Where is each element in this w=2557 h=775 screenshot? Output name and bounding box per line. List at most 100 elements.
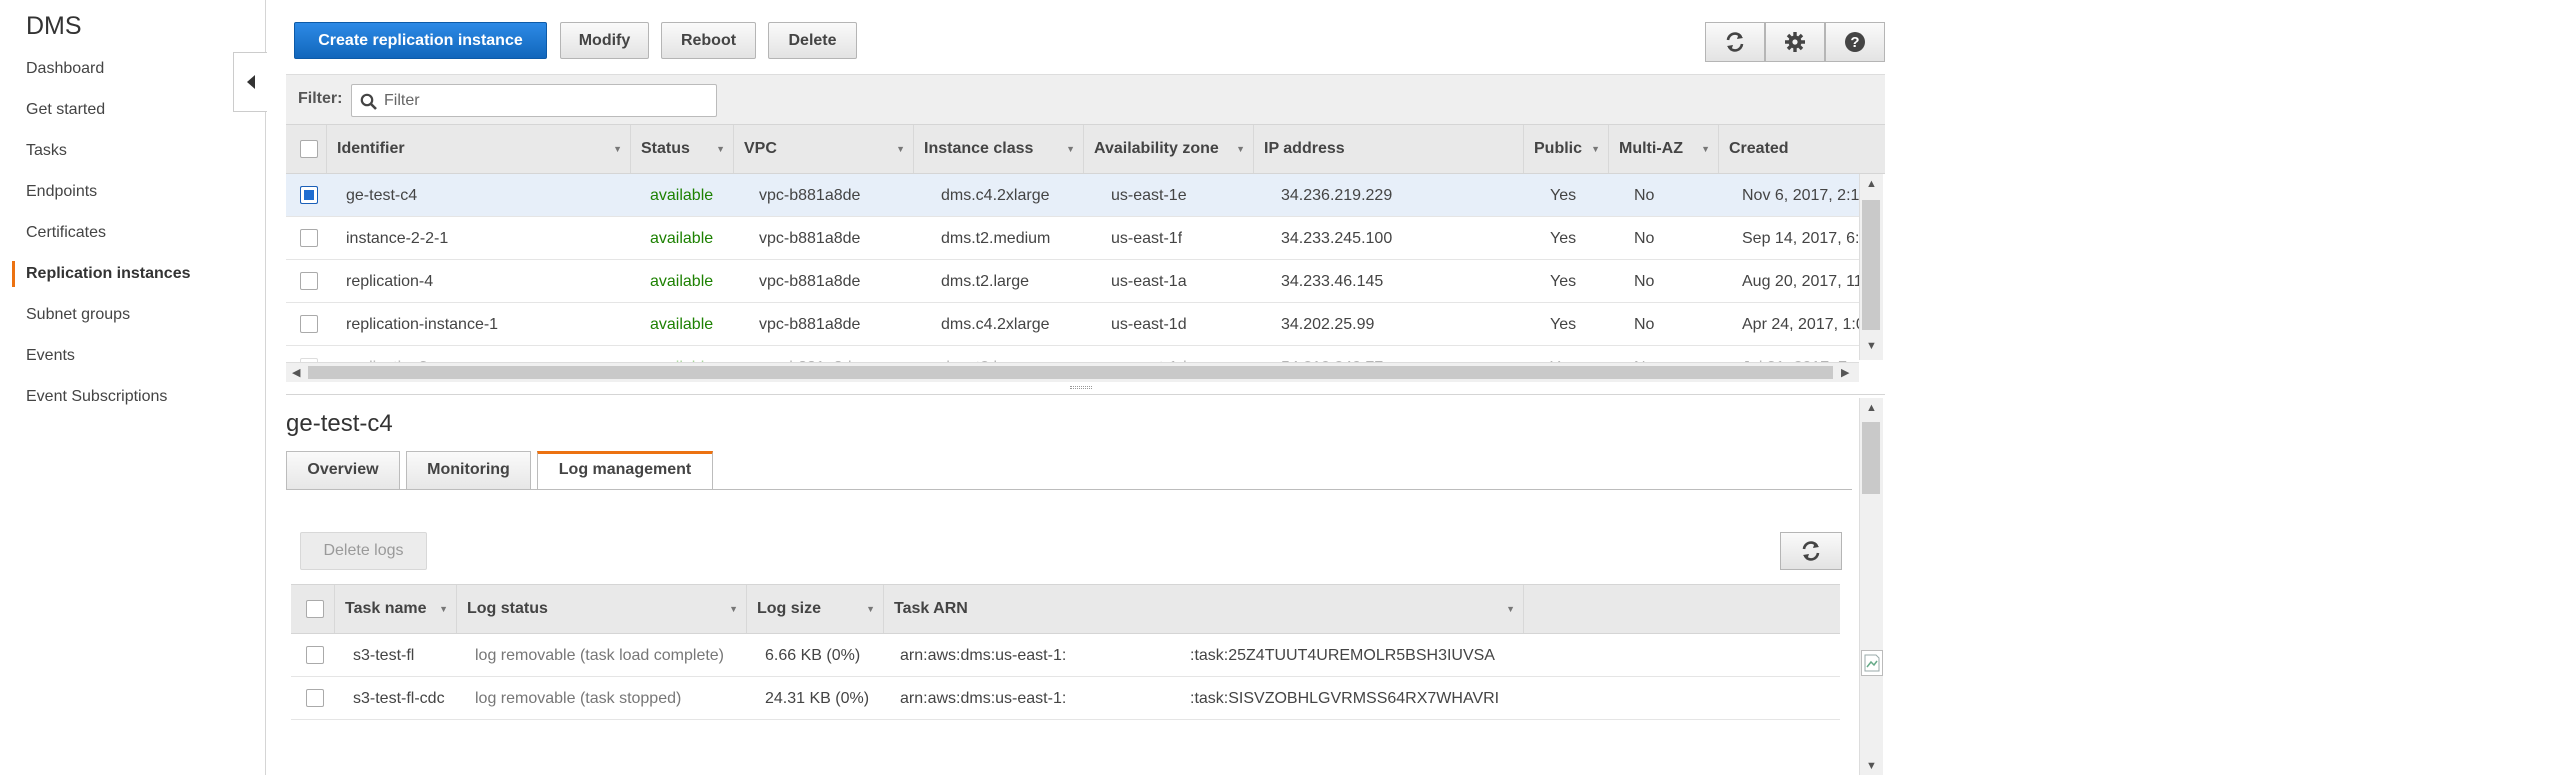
col-instance-class[interactable]: Instance class ▼ (913, 125, 1083, 173)
cell-vpc: vpc-b881a8de (759, 230, 861, 247)
cell-created: Apr 24, 2017, 1:00 (1742, 316, 1859, 333)
cell-identifier: replication-instance-1 (346, 316, 499, 333)
sidebar-item-certificates[interactable]: Certificates (0, 220, 265, 261)
cell-multi-az: No (1634, 273, 1655, 290)
col-status[interactable]: Status ▼ (630, 125, 733, 173)
cell-ip-address: 34.202.25.99 (1281, 316, 1375, 333)
row-checkbox[interactable] (300, 315, 318, 333)
tab-log-management[interactable]: Log management (537, 451, 713, 490)
sidebar-item-subnet-groups[interactable]: Subnet groups (0, 302, 265, 343)
tabs-divider (286, 489, 1852, 490)
sort-caret-icon: ▼ (716, 144, 725, 154)
table-row[interactable]: ge-test-c4 available vpc-b881a8de dms.c4… (286, 174, 1859, 217)
detail-title: ge-test-c4 (286, 410, 393, 437)
delete-button[interactable]: Delete (768, 22, 857, 59)
scroll-up-icon: ▲ (1866, 402, 1877, 414)
col-ip-address[interactable]: IP address (1253, 125, 1523, 173)
help-button[interactable]: ? (1825, 22, 1885, 62)
scroll-up-icon: ▲ (1866, 178, 1877, 190)
row-checkbox[interactable] (306, 646, 324, 664)
sort-caret-icon: ▼ (439, 604, 448, 614)
cell-instance-class: dms.c4.2xlarge (941, 316, 1050, 333)
scrollbar-thumb[interactable] (1862, 200, 1880, 330)
sort-caret-icon: ▼ (729, 604, 738, 614)
instances-vertical-scrollbar[interactable]: ▲ ▼ (1859, 174, 1883, 360)
cell-task-arn-prefix: arn:aws:dms:us-east-1: (900, 647, 1067, 664)
help-icon: ? (1845, 32, 1865, 52)
cell-created: Nov 6, 2017, 2:1 (1742, 187, 1859, 204)
sidebar-item-tasks[interactable]: Tasks (0, 138, 265, 179)
svg-text:?: ? (1850, 34, 1859, 51)
reboot-button[interactable]: Reboot (661, 22, 756, 59)
cell-ip-address: 34.233.46.145 (1281, 273, 1384, 290)
cell-public: Yes (1550, 316, 1577, 333)
cell-created: Sep 14, 2017, 6:16 (1742, 230, 1859, 247)
sidebar-item-get-started[interactable]: Get started (0, 97, 265, 138)
tab-monitoring[interactable]: Monitoring (406, 451, 531, 489)
col-availability-zone[interactable]: Availability zone ▼ (1083, 125, 1253, 173)
table-row[interactable]: instance-2-2-1 available vpc-b881a8de dm… (286, 217, 1859, 260)
table-row[interactable]: s3-test-fl log removable (task load comp… (291, 634, 1840, 677)
create-replication-instance-button[interactable]: Create replication instance (294, 22, 547, 59)
sidebar-item-endpoints[interactable]: Endpoints (0, 179, 265, 220)
col-created[interactable]: Created (1718, 125, 1885, 173)
col-task-arn[interactable]: Task ARN ▼ (883, 585, 1523, 633)
refresh-icon (1726, 32, 1744, 52)
sidebar-item-event-subscriptions[interactable]: Event Subscriptions (0, 384, 265, 425)
detail-vertical-scrollbar[interactable]: ▲ ▼ (1859, 398, 1883, 775)
select-all-logs-checkbox[interactable] (306, 600, 324, 618)
sidebar-nav: Dashboard Get started Tasks Endpoints Ce… (0, 56, 265, 425)
col-log-size[interactable]: Log size ▼ (746, 585, 883, 633)
cell-vpc: vpc-b881a8de (759, 273, 861, 290)
logs-table-header: Task name ▼ Log status ▼ Log size ▼ Task AR… (291, 584, 1840, 634)
scrollbar-thumb[interactable] (1862, 422, 1880, 494)
cell-log-status: log removable (task load complete) (475, 647, 725, 664)
cell-instance-class: dms.t2.large (941, 273, 1030, 290)
instances-horizontal-scrollbar[interactable]: ◀ ▶ (286, 362, 1859, 382)
row-checkbox[interactable] (300, 186, 318, 204)
cell-status: available (650, 230, 714, 247)
refresh-logs-button[interactable] (1780, 532, 1842, 570)
resize-handle[interactable] (286, 383, 1885, 395)
modify-button[interactable]: Modify (560, 22, 649, 59)
cell-status: available (650, 187, 714, 204)
row-checkbox[interactable] (306, 689, 324, 707)
settings-button[interactable] (1765, 22, 1825, 62)
sidebar-item-dashboard[interactable]: Dashboard (0, 56, 265, 97)
row-checkbox[interactable] (300, 229, 318, 247)
delete-logs-button[interactable]: Delete logs (300, 532, 427, 570)
col-public[interactable]: Public ▼ (1523, 125, 1608, 173)
collapse-sidebar-button[interactable] (233, 52, 267, 112)
table-row[interactable]: s3-test-fl-cdc log removable (task stopp… (291, 677, 1840, 720)
cell-identifier: ge-test-c4 (346, 187, 418, 204)
filter-label: Filter: (298, 90, 343, 107)
table-row[interactable]: replication-4 available vpc-b881a8de dms… (286, 260, 1859, 303)
gear-icon (1785, 32, 1805, 52)
cell-status: available (650, 316, 714, 333)
scrollbar-thumb[interactable] (308, 366, 1833, 379)
cell-availability-zone: us-east-1a (1111, 273, 1187, 290)
cell-instance-class: dms.c4.2xlarge (941, 187, 1050, 204)
tab-overview[interactable]: Overview (286, 451, 400, 489)
filter-input[interactable]: Filter (351, 84, 717, 117)
cell-instance-class: dms.t2.medium (941, 230, 1051, 247)
cell-ip-address: 34.236.219.229 (1281, 187, 1393, 204)
col-task-name[interactable]: Task name ▼ (334, 585, 456, 633)
col-identifier[interactable]: Identifier ▼ (326, 125, 630, 173)
col-log-status[interactable]: Log status ▼ (456, 585, 746, 633)
table-row[interactable]: replication-instance-1 available vpc-b88… (286, 303, 1859, 346)
sort-caret-icon: ▼ (1506, 604, 1515, 614)
sort-caret-icon: ▼ (1236, 144, 1245, 154)
col-multi-az[interactable]: Multi-AZ ▼ (1608, 125, 1718, 173)
cell-created: Aug 20, 2017, 11:2 (1742, 273, 1859, 290)
sidebar-item-replication-instances[interactable]: Replication instances (0, 261, 265, 302)
cell-public: Yes (1550, 230, 1577, 247)
select-all-checkbox[interactable] (300, 140, 318, 158)
sidebar-item-events[interactable]: Events (0, 343, 265, 384)
cell-status: available (650, 273, 714, 290)
row-checkbox[interactable] (300, 272, 318, 290)
refresh-button[interactable] (1705, 22, 1765, 62)
resize-grip-icon (1070, 386, 1092, 389)
cell-task-name: s3-test-fl (353, 647, 415, 664)
col-vpc[interactable]: VPC ▼ (733, 125, 913, 173)
